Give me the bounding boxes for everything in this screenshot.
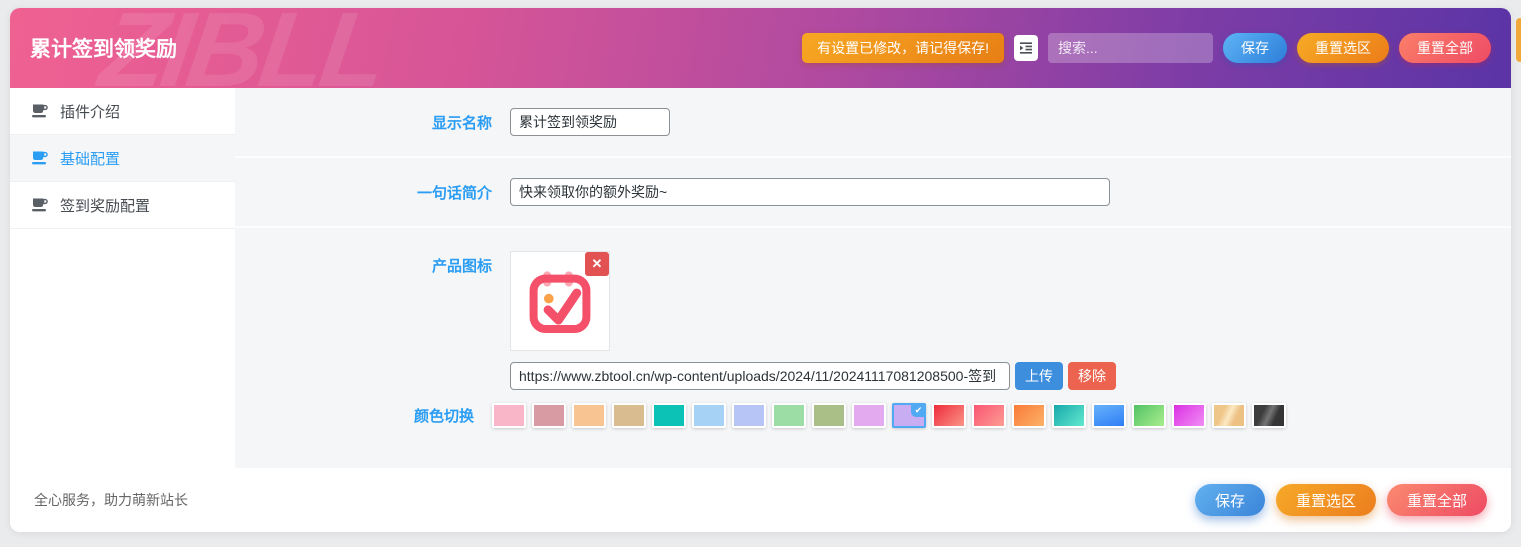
intro-input[interactable] (510, 178, 1110, 206)
reset-all-button[interactable]: 重置全部 (1399, 33, 1491, 63)
footer-slogan: 全心服务，助力萌新站长 (34, 492, 188, 508)
display-name-input[interactable] (510, 108, 670, 136)
menu-list-icon-button[interactable] (1014, 35, 1038, 61)
save-button-footer[interactable]: 保存 (1194, 484, 1265, 516)
color-swatch[interactable] (652, 403, 686, 428)
color-swatch[interactable] (932, 403, 966, 428)
color-swatch[interactable] (492, 403, 526, 428)
color-swatch[interactable] (572, 403, 606, 428)
color-swatch[interactable] (892, 403, 926, 428)
color-swatch[interactable] (532, 403, 566, 428)
cup-icon (32, 198, 48, 212)
upload-button[interactable]: 上传 (1015, 362, 1063, 390)
delete-icon-button[interactable]: ✕ (585, 252, 609, 276)
settings-panel: ZIBLL 累计签到领奖励 有设置已修改，请记得保存! 保存 重置选区 重置全部 (10, 8, 1511, 532)
color-switch-label: 颜色切换 (413, 408, 474, 425)
color-swatch[interactable] (1212, 403, 1246, 428)
footer-bar: 全心服务，助力萌新站长 保存 重置选区 重置全部 (10, 468, 1511, 532)
product-icon-row: 产品图标 ✕ https://www.zbtool.cn/wp-content/… (235, 228, 1511, 428)
color-swatch[interactable] (1132, 403, 1166, 428)
display-name-label: 显示名称 (431, 114, 492, 132)
sidebar-item-reward-config[interactable]: 签到奖励配置 (10, 182, 235, 229)
color-swatch[interactable] (812, 403, 846, 428)
sidebar-item-plugin-intro[interactable]: 插件介绍 (10, 88, 235, 135)
icon-url-line: 上传 移除 (510, 362, 1292, 390)
color-swatch[interactable] (1172, 403, 1206, 428)
reset-selection-button[interactable]: 重置选区 (1297, 33, 1389, 63)
header-bar: ZIBLL 累计签到领奖励 有设置已修改，请记得保存! 保存 重置选区 重置全部 (10, 8, 1511, 88)
color-swatch[interactable] (1012, 403, 1046, 428)
color-swatch[interactable] (1092, 403, 1126, 428)
main-area: 插件介绍 基础配置 签到奖励配置 显示名称 累计签到领奖励 一句话简介 快来领取… (10, 88, 1511, 468)
sidebar-item-label: 插件介绍 (60, 103, 121, 121)
header-controls: 有设置已修改，请记得保存! 保存 重置选区 重置全部 (802, 33, 1491, 63)
settings-form: 显示名称 一句话简介 产品图标 (235, 88, 1511, 468)
page-title: 累计签到领奖励 (30, 38, 177, 61)
color-swatches (492, 403, 1292, 428)
color-swatch[interactable] (852, 403, 886, 428)
sidebar-item-label: 基础配置 (60, 150, 121, 168)
product-icon-preview[interactable]: ✕ (510, 251, 610, 351)
unsaved-changes-alert[interactable]: 有设置已修改，请记得保存! (802, 33, 1004, 63)
intro-label: 一句话简介 (416, 184, 492, 202)
color-swatch[interactable] (1252, 403, 1286, 428)
color-switch-row: 颜色切换 (414, 403, 1292, 428)
product-icon-label: 产品图标 (431, 258, 492, 275)
save-button[interactable]: 保存 (1223, 33, 1287, 63)
display-name-row: 显示名称 (235, 88, 1511, 158)
edge-floating-button[interactable] (1516, 18, 1521, 62)
search-input[interactable] (1048, 33, 1213, 63)
cup-icon (32, 104, 48, 118)
remove-button[interactable]: 移除 (1068, 362, 1116, 390)
footer-actions: 保存 重置选区 重置全部 (1194, 484, 1487, 516)
cup-icon (32, 151, 48, 165)
sidebar-item-basic-config[interactable]: 基础配置 (10, 135, 235, 182)
sidebar-item-label: 签到奖励配置 (60, 197, 151, 215)
color-swatch[interactable] (732, 403, 766, 428)
color-swatch[interactable] (612, 403, 646, 428)
indent-list-icon (1019, 42, 1033, 54)
reset-selection-button-footer[interactable]: 重置选区 (1275, 484, 1376, 516)
icon-url-input[interactable] (510, 362, 1010, 390)
color-swatch[interactable] (1052, 403, 1086, 428)
color-swatch[interactable] (972, 403, 1006, 428)
intro-row: 一句话简介 (235, 158, 1511, 228)
color-swatch[interactable] (772, 403, 806, 428)
color-swatch[interactable] (692, 403, 726, 428)
product-icon-controls: ✕ 上传 移除 颜色切换 (414, 251, 1292, 428)
sidebar: 插件介绍 基础配置 签到奖励配置 (10, 88, 235, 468)
reset-all-button-footer[interactable]: 重置全部 (1386, 484, 1487, 516)
